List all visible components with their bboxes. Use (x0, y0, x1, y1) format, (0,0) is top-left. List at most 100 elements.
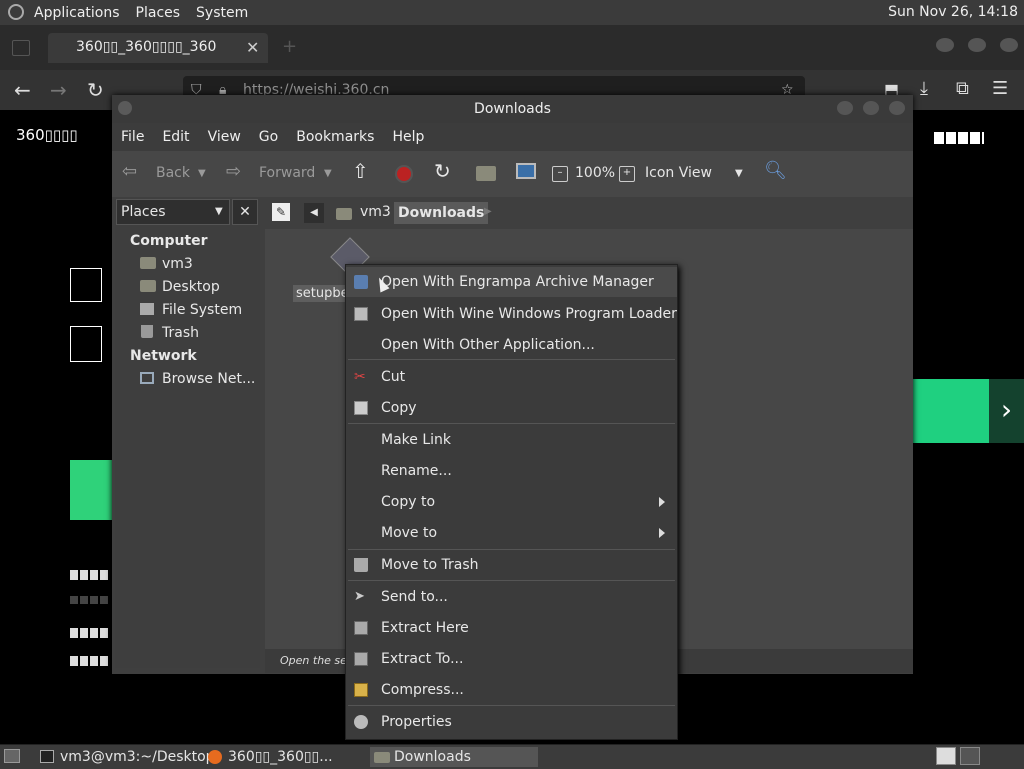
menu-rename[interactable]: Rename... (346, 456, 677, 486)
site-nav-link[interactable] (934, 132, 984, 144)
green-banner-right[interactable] (913, 379, 989, 443)
up-arrow-icon[interactable]: ⇧ (352, 159, 369, 183)
site-text-block (70, 656, 110, 666)
properties-icon (354, 715, 368, 729)
edit-location-icon[interactable]: ✎ (272, 203, 290, 221)
menu-edit[interactable]: Edit (153, 129, 198, 145)
zoom-level[interactable]: 100% (575, 165, 615, 181)
path-segment-downloads[interactable]: Downloads (394, 202, 489, 224)
back-icon: ⇦ (122, 161, 138, 182)
extract-to-icon (354, 652, 368, 666)
tab-overview-icon[interactable] (12, 40, 30, 56)
site-icon-box[interactable] (70, 268, 102, 302)
scissors-icon: ✂ (354, 369, 366, 385)
sidebar-item-trash[interactable]: Trash (162, 325, 199, 341)
workspace-switcher-2[interactable] (960, 747, 980, 765)
window-close-icon[interactable] (1000, 38, 1018, 52)
zoom-out-icon[interactable]: – (552, 166, 568, 182)
taskbar-item-downloads[interactable]: Downloads (370, 747, 538, 767)
sidebar-item-filesystem[interactable]: File System (162, 302, 242, 318)
menu-compress[interactable]: Compress... (346, 675, 677, 705)
send-icon: ➤ (354, 589, 365, 604)
menu-send-to[interactable]: ➤ Send to... (346, 582, 677, 612)
tab-title: 360▯▯_360▯▯▯▯_360 (76, 39, 217, 55)
menu-open-with-engrampa[interactable]: Open With Engrampa Archive Manager (346, 267, 677, 297)
menu-properties[interactable]: Properties (346, 707, 677, 737)
window-menu-icon[interactable] (118, 101, 132, 115)
stop-icon[interactable] (395, 165, 413, 183)
back-arrow-icon[interactable]: ← (14, 78, 31, 102)
menu-move-to-trash[interactable]: Move to Trash (346, 550, 677, 580)
file-label[interactable]: setupbe (293, 285, 352, 302)
back-history-icon[interactable]: ▼ (198, 168, 206, 179)
menu-separator (348, 580, 675, 581)
window-minimize-icon[interactable] (936, 38, 954, 52)
home-folder-icon[interactable] (476, 166, 496, 181)
menu-move-to[interactable]: Move to (346, 518, 677, 548)
reload-icon[interactable]: ↻ (434, 159, 451, 183)
submenu-arrow-icon (659, 528, 665, 538)
menu-view[interactable]: View (199, 129, 250, 145)
computer-icon[interactable] (516, 163, 536, 179)
drive-icon (140, 303, 154, 315)
fm-maximize-icon[interactable] (863, 101, 879, 115)
menu-cut[interactable]: ✂ Cut (346, 362, 677, 392)
sidebar-item-vm3[interactable]: vm3 (162, 256, 193, 272)
view-mode-select[interactable]: Icon View (645, 165, 712, 181)
new-tab-icon[interactable]: + (282, 36, 297, 57)
places-combo[interactable]: Places ▼ (116, 199, 230, 225)
fm-titlebar[interactable]: Downloads (112, 95, 913, 123)
taskbar-item-terminal[interactable]: vm3@vm3:~/Desktop (36, 747, 220, 767)
fm-toolbar: ⇦ Back ▼ ⇨ Forward ▼ ⇧ ↻ – 100% + Icon V… (112, 151, 913, 197)
taskbar: vm3@vm3:~/Desktop 360▯▯_360▯▯... Downloa… (0, 744, 1024, 769)
site-logo[interactable]: 360▯▯▯▯ (16, 126, 78, 144)
sidebar-item-desktop[interactable]: Desktop (162, 279, 220, 295)
fm-minimize-icon[interactable] (837, 101, 853, 115)
applications-menu[interactable]: Applications (26, 5, 128, 21)
sidebar-item-browse-network[interactable]: Browse Net... (162, 371, 255, 387)
menu-file[interactable]: File (112, 129, 153, 145)
forward-button[interactable]: Forward (259, 165, 315, 181)
site-icon-box[interactable] (70, 326, 102, 362)
download-icon[interactable]: ⤓ (920, 78, 928, 99)
path-left-arrow-icon[interactable]: ◀ (304, 203, 324, 223)
hamburger-menu-icon[interactable]: ☰ (992, 78, 1008, 99)
forward-history-icon[interactable]: ▼ (324, 168, 332, 179)
places-menu[interactable]: Places (128, 5, 189, 21)
show-desktop-icon[interactable] (4, 749, 20, 763)
menu-copy[interactable]: Copy (346, 393, 677, 423)
menu-extract-here[interactable]: Extract Here (346, 613, 677, 643)
zoom-in-icon[interactable]: + (619, 166, 635, 182)
system-menu[interactable]: System (188, 5, 256, 21)
menu-open-with-wine[interactable]: Open With Wine Windows Program Loader (346, 299, 677, 329)
menu-copy-to[interactable]: Copy to (346, 487, 677, 517)
search-icon[interactable]: 🔍︎ (764, 160, 787, 181)
extensions-icon[interactable]: ⧉ (956, 78, 969, 99)
window-maximize-icon[interactable] (968, 38, 986, 52)
context-menu: Open With Engrampa Archive Manager Open … (345, 264, 678, 740)
sidebar-close-icon[interactable]: ✕ (232, 199, 258, 225)
menu-make-link[interactable]: Make Link (346, 425, 677, 455)
tab-close-icon[interactable]: ✕ (246, 38, 259, 57)
distro-logo-icon[interactable] (8, 4, 24, 20)
browser-tab[interactable]: 360▯▯_360▯▯▯▯_360 ✕ (48, 33, 268, 63)
menu-go[interactable]: Go (250, 129, 287, 145)
path-segment-vm3[interactable]: vm3 (360, 204, 391, 220)
fm-close-icon[interactable] (889, 101, 905, 115)
path-right-arrow-icon[interactable]: ▶ (484, 206, 492, 217)
back-button[interactable]: Back (156, 165, 190, 181)
menu-extract-to[interactable]: Extract To... (346, 644, 677, 674)
menu-separator (348, 359, 675, 360)
forward-arrow-icon[interactable]: → (50, 78, 67, 102)
green-banner-left[interactable] (70, 460, 112, 520)
clock[interactable]: Sun Nov 26, 14:18 (888, 4, 1018, 20)
menu-help[interactable]: Help (383, 129, 433, 145)
top-panel: Applications Places System Sun Nov 26, 1… (0, 0, 1024, 26)
view-mode-dropdown-icon[interactable]: ▼ (735, 168, 743, 179)
taskbar-item-firefox[interactable]: 360▯▯_360▯▯... (204, 747, 388, 767)
menu-bookmarks[interactable]: Bookmarks (287, 129, 383, 145)
menu-open-with-other[interactable]: Open With Other Application... (346, 330, 677, 360)
workspace-switcher[interactable] (936, 747, 956, 765)
reload-icon[interactable]: ↻ (87, 78, 104, 102)
carousel-next-button[interactable]: › (989, 379, 1024, 443)
